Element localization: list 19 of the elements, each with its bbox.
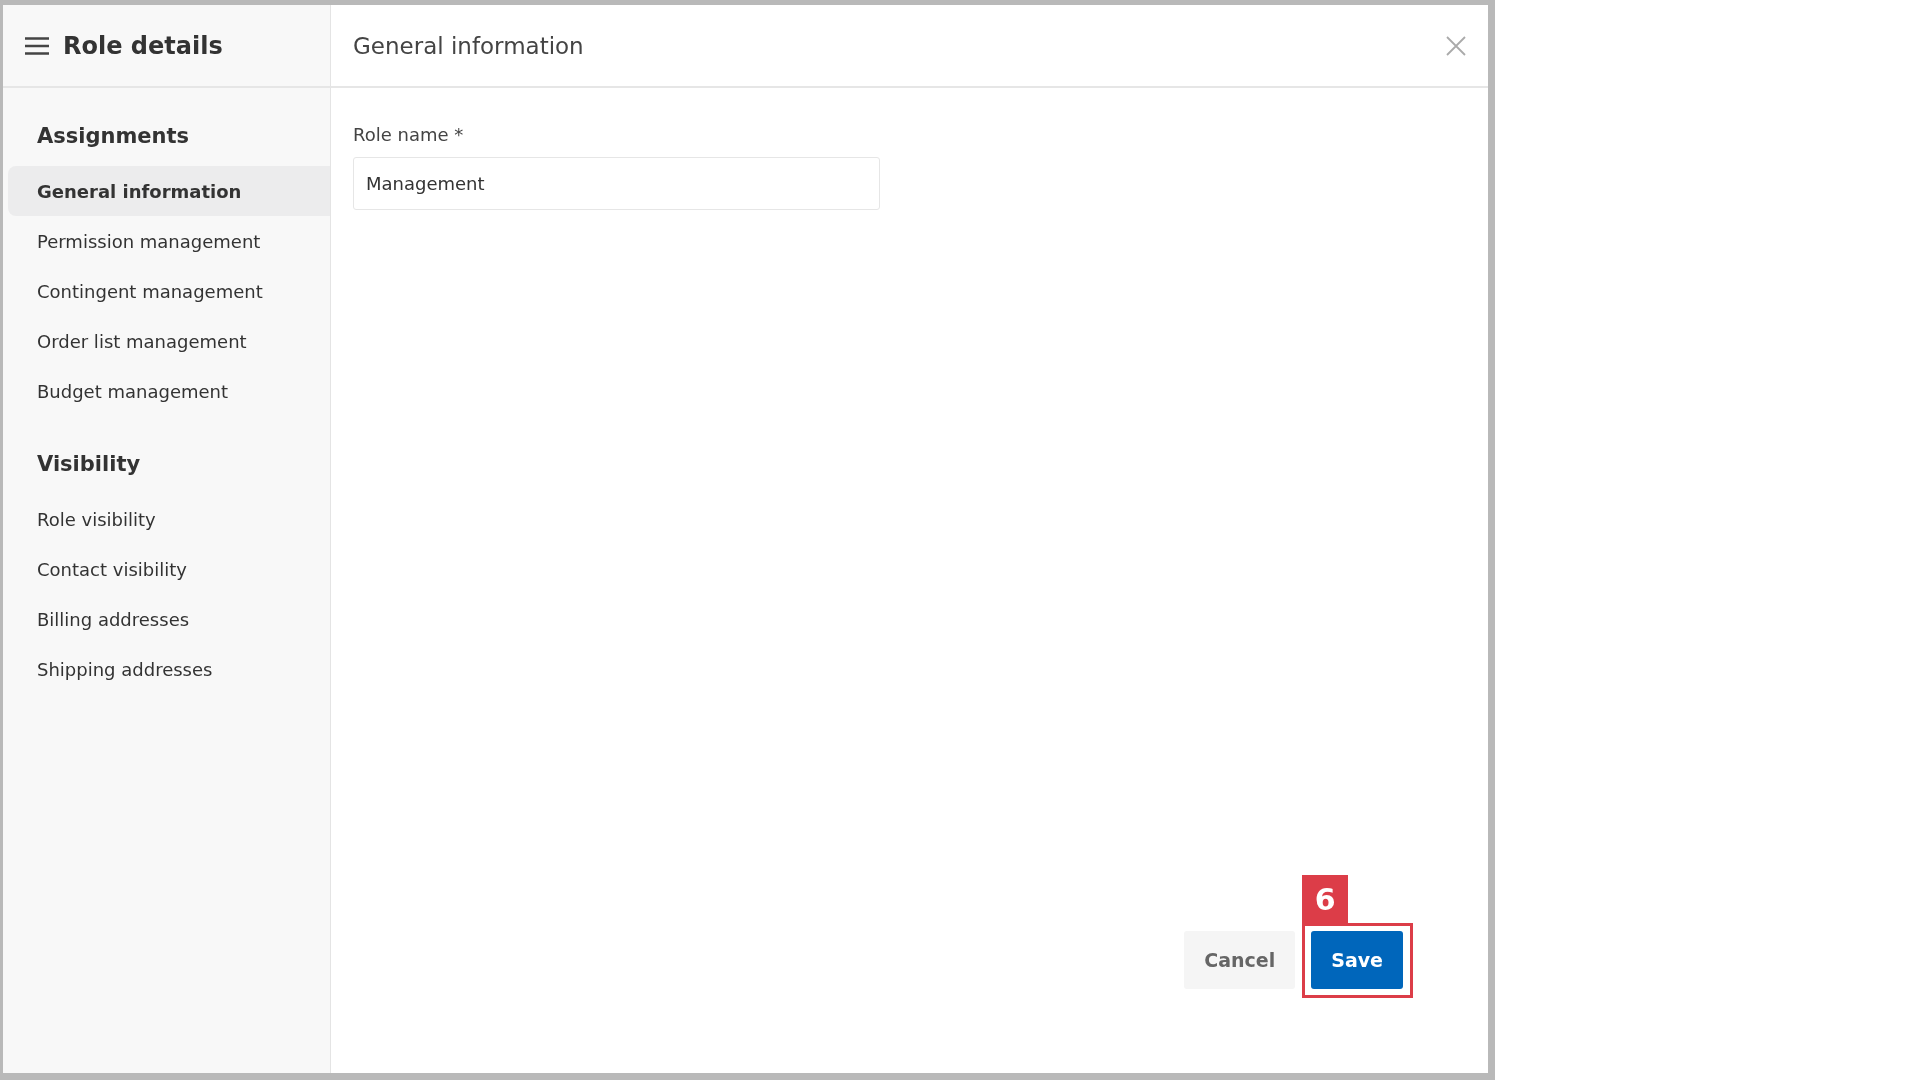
save-button[interactable]: Save <box>1311 931 1403 989</box>
menu-icon[interactable] <box>25 36 49 55</box>
nav-item[interactable]: Budget management <box>8 366 330 416</box>
nav-item[interactable]: General information <box>8 166 330 216</box>
nav-item[interactable]: Shipping addresses <box>8 644 330 694</box>
nav-item[interactable]: Billing addresses <box>8 594 330 644</box>
nav-item[interactable]: Order list management <box>8 316 330 366</box>
field-label: Role name * <box>353 124 465 145</box>
section-heading: Visibility <box>36 452 142 476</box>
section-heading: Assignments <box>36 124 191 148</box>
panel-title: General information <box>353 32 584 59</box>
nav-item[interactable]: Contact visibility <box>8 544 330 594</box>
nav-item[interactable]: Contingent management <box>8 266 330 316</box>
step-badge: 6 <box>1302 875 1349 923</box>
nav-item[interactable]: Permission management <box>8 216 330 266</box>
role-name-field[interactable]: Management <box>353 157 880 210</box>
nav-item[interactable]: Role visibility <box>8 494 330 544</box>
sidebar-title: Role details <box>63 31 223 60</box>
cancel-button[interactable]: Cancel <box>1184 931 1296 989</box>
